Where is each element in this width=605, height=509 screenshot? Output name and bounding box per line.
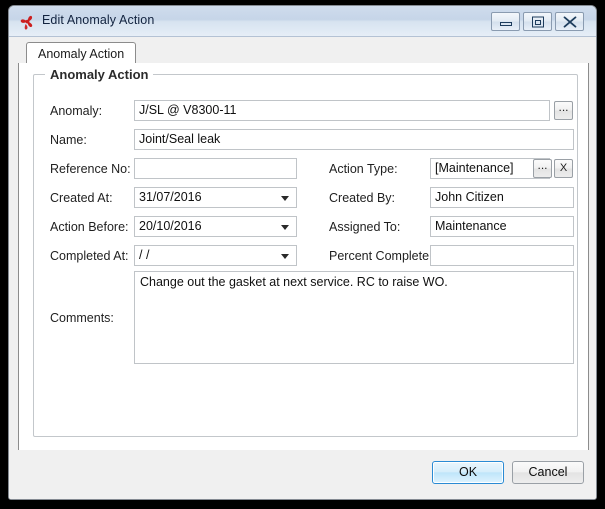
created-at-label: Created At: [50, 191, 113, 205]
minimize-button[interactable] [491, 12, 520, 31]
completed-at-label: Completed At: [50, 249, 129, 263]
dialog-footer: OK Cancel [9, 450, 596, 499]
close-button[interactable] [555, 12, 584, 31]
completed-at-datepicker[interactable]: / / [134, 245, 297, 266]
chevron-down-icon[interactable] [281, 196, 289, 201]
action-before-value: 20/10/2016 [139, 219, 202, 233]
tab-strip: Anomaly Action [18, 42, 589, 64]
anomaly-action-group: Anomaly Action Anomaly: J/SL @ V8300-11 … [33, 67, 578, 437]
action-type-label: Action Type: [329, 162, 398, 176]
ok-button[interactable]: OK [432, 461, 504, 484]
tab-anomaly-action[interactable]: Anomaly Action [26, 42, 137, 64]
group-title: Anomaly Action [45, 67, 154, 82]
action-type-browse-button[interactable]: ... [533, 159, 552, 178]
title-bar: Edit Anomaly Action [9, 6, 596, 37]
chevron-down-icon[interactable] [281, 254, 289, 259]
assigned-to-label: Assigned To: [329, 220, 401, 234]
name-label: Name: [50, 133, 87, 147]
tab-page-anomaly-action: Anomaly Action Anomaly: J/SL @ V8300-11 … [18, 63, 589, 451]
name-input[interactable]: Joint/Seal leak [134, 129, 574, 150]
maximize-button[interactable] [523, 12, 552, 31]
percent-complete-label: Percent Complete: [329, 249, 433, 263]
completed-at-value: / / [139, 248, 150, 262]
created-by-input[interactable]: John Citizen [430, 187, 574, 208]
anomaly-browse-button[interactable]: ... [554, 101, 573, 120]
created-at-datepicker[interactable]: 31/07/2016 [134, 187, 297, 208]
comments-textarea[interactable]: Change out the gasket at next service. R… [134, 271, 574, 364]
assigned-to-input[interactable]: Maintenance [430, 216, 574, 237]
action-before-datepicker[interactable]: 20/10/2016 [134, 216, 297, 237]
reference-no-label: Reference No: [50, 162, 131, 176]
reference-no-input[interactable] [134, 158, 297, 179]
comments-label: Comments: [50, 311, 114, 325]
action-type-input[interactable]: [Maintenance] [430, 158, 550, 179]
chevron-down-icon[interactable] [281, 225, 289, 230]
percent-complete-input[interactable] [430, 245, 574, 266]
created-by-label: Created By: [329, 191, 396, 205]
action-type-clear-button[interactable]: X [554, 159, 573, 178]
dialog-window: Edit Anomaly Action Anomaly Action Anoma… [8, 5, 597, 500]
window-title: Edit Anomaly Action [42, 13, 155, 27]
anomaly-label: Anomaly: [50, 104, 103, 118]
app-logo-icon [19, 14, 36, 31]
cancel-button[interactable]: Cancel [512, 461, 584, 484]
created-at-value: 31/07/2016 [139, 190, 202, 204]
action-before-label: Action Before: [50, 220, 129, 234]
anomaly-input[interactable]: J/SL @ V8300-11 [134, 100, 550, 121]
